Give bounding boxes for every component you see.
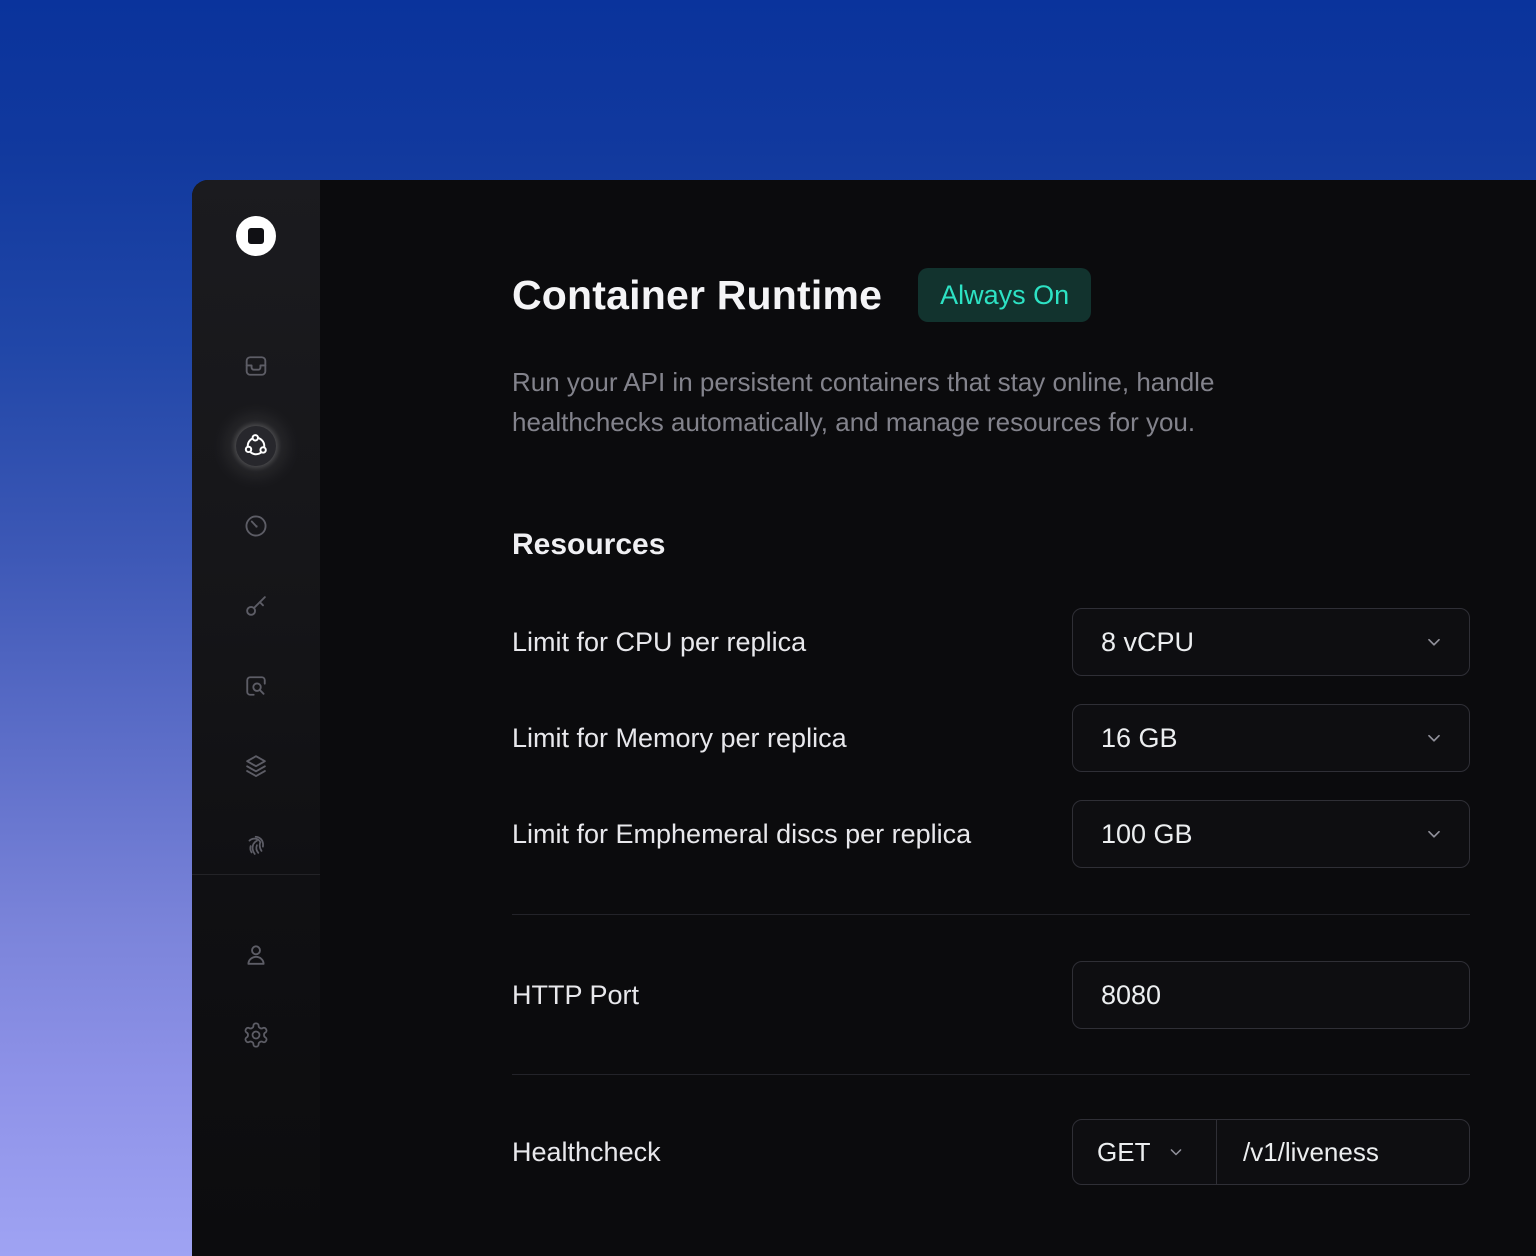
cpu-limit-value: 8 vCPU (1101, 627, 1423, 658)
logo-square-icon (248, 228, 264, 244)
resources-heading: Resources (512, 526, 1470, 564)
page-header: Container Runtime Always On (512, 268, 1470, 322)
http-port-row: HTTP Port (512, 961, 1470, 1029)
app-window: Container Runtime Always On Run your API… (192, 180, 1536, 1256)
disc-limit-value: 100 GB (1101, 819, 1423, 850)
sidebar-item-timer[interactable] (236, 506, 276, 546)
memory-limit-select[interactable]: 16 GB (1072, 704, 1470, 772)
key-icon (242, 592, 270, 620)
sidebar-item-layers[interactable] (236, 746, 276, 786)
settings-icon (242, 1021, 270, 1049)
sidebar-item-logs-search[interactable] (236, 666, 276, 706)
disc-limit-row: Limit for Emphemeral discs per replica 1… (512, 800, 1470, 868)
resources-rows: Limit for CPU per replica 8 vCPU Limit f… (512, 608, 1470, 868)
page-description: Run your API in persistent containers th… (512, 362, 1317, 442)
inbox-icon (242, 352, 270, 380)
sidebar-item-identity[interactable] (236, 826, 276, 866)
http-port-field (1072, 961, 1470, 1029)
sidebar-nav (236, 346, 276, 866)
memory-limit-label: Limit for Memory per replica (512, 723, 1072, 754)
chevron-down-icon (1423, 823, 1445, 845)
chevron-down-icon (1423, 727, 1445, 749)
layers-icon (242, 752, 270, 780)
healthcheck-path-input[interactable] (1243, 1120, 1469, 1184)
disc-limit-label: Limit for Emphemeral discs per replica (512, 819, 1072, 850)
http-port-input[interactable] (1101, 962, 1445, 1028)
healthcheck-row: Healthcheck GET (512, 1119, 1470, 1185)
sidebar-item-account[interactable] (236, 935, 276, 975)
cpu-limit-row: Limit for CPU per replica 8 vCPU (512, 608, 1470, 676)
fingerprint-icon (242, 832, 270, 860)
section-divider (512, 1074, 1470, 1075)
file-search-icon (242, 672, 270, 700)
healthcheck-path-field (1217, 1120, 1469, 1184)
sidebar-item-keys[interactable] (236, 586, 276, 626)
sidebar-item-container-runtime[interactable] (236, 426, 276, 466)
timer-icon (242, 512, 270, 540)
page-title: Container Runtime (512, 270, 882, 320)
status-badge: Always On (918, 268, 1091, 322)
user-icon (242, 941, 270, 969)
section-divider (512, 914, 1470, 915)
memory-limit-row: Limit for Memory per replica 16 GB (512, 704, 1470, 772)
app-logo[interactable] (236, 216, 276, 256)
http-port-label: HTTP Port (512, 980, 1072, 1011)
healthcheck-method-select[interactable]: GET (1073, 1120, 1217, 1184)
sidebar-item-inbox[interactable] (236, 346, 276, 386)
main-content: Container Runtime Always On Run your API… (320, 180, 1536, 1256)
healthcheck-control: GET (1072, 1119, 1470, 1185)
disc-limit-select[interactable]: 100 GB (1072, 800, 1470, 868)
healthcheck-label: Healthcheck (512, 1137, 1072, 1168)
cpu-limit-label: Limit for CPU per replica (512, 627, 1072, 658)
cpu-limit-select[interactable]: 8 vCPU (1072, 608, 1470, 676)
chevron-down-icon (1166, 1142, 1186, 1162)
sidebar-footer-nav (192, 874, 320, 1055)
containers-icon (242, 432, 270, 460)
chevron-down-icon (1423, 631, 1445, 653)
sidebar-item-settings[interactable] (236, 1015, 276, 1055)
sidebar (192, 180, 320, 1256)
memory-limit-value: 16 GB (1101, 723, 1423, 754)
healthcheck-method-value: GET (1097, 1137, 1150, 1168)
